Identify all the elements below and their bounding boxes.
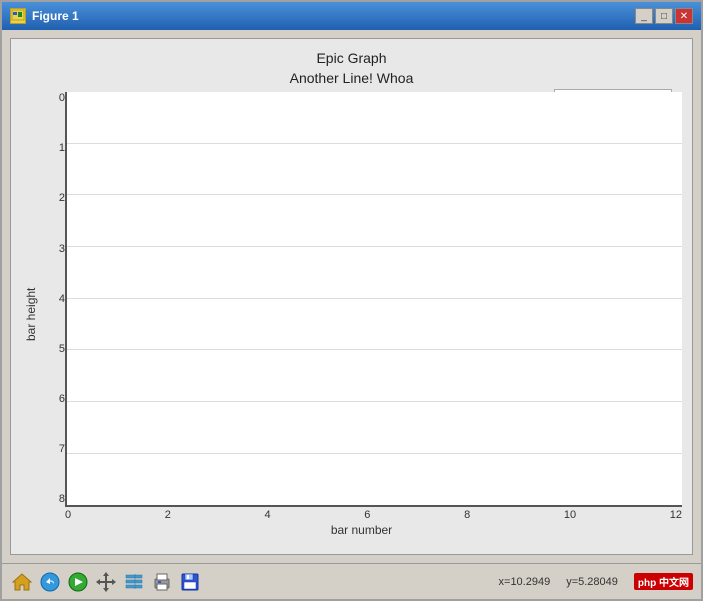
content-area: Epic Graph Another Line! Whoa Example on… (2, 30, 701, 563)
chart-body: bar height 8 7 6 5 4 3 2 1 0 (21, 92, 682, 537)
toolbar-icons (10, 570, 202, 594)
plot-canvas (65, 92, 682, 507)
x-axis-label: bar number (41, 523, 682, 537)
forward-icon[interactable] (66, 570, 90, 594)
y-axis-label: bar height (21, 92, 41, 537)
x-tick-2: 2 (165, 509, 171, 521)
minimize-button[interactable]: _ (635, 8, 653, 24)
chart-title-line2: Another Line! Whoa (21, 69, 682, 89)
chart-title-line1: Epic Graph (21, 49, 682, 69)
main-window: Figure 1 _ □ ✕ Epic Graph Another Line! … (0, 0, 703, 601)
save-icon[interactable] (178, 570, 202, 594)
plot-with-yaxis: 8 7 6 5 4 3 2 1 0 (41, 92, 682, 507)
x-tick-8: 8 (464, 509, 470, 521)
status-y: y=5.28049 (566, 576, 618, 588)
window-controls: _ □ ✕ (635, 8, 693, 24)
window-icon (10, 8, 26, 24)
maximize-button[interactable]: □ (655, 8, 673, 24)
pan-icon[interactable] (94, 570, 118, 594)
php-badge: php 中文网 (634, 573, 693, 590)
title-bar: Figure 1 _ □ ✕ (2, 2, 701, 30)
close-button[interactable]: ✕ (675, 8, 693, 24)
print-icon[interactable] (150, 570, 174, 594)
window-title: Figure 1 (32, 9, 79, 23)
x-tick-4: 4 (265, 509, 271, 521)
back-icon[interactable] (38, 570, 62, 594)
layers-icon[interactable] (122, 570, 146, 594)
y-ticks: 8 7 6 5 4 3 2 1 0 (41, 92, 65, 507)
chart-title: Epic Graph Another Line! Whoa (21, 49, 682, 88)
bars-area (67, 92, 682, 505)
title-bar-left: Figure 1 (10, 8, 79, 24)
chart-container: Epic Graph Another Line! Whoa Example on… (10, 38, 693, 555)
x-tick-0: 0 (65, 509, 71, 521)
status-x: x=10.2949 (499, 576, 551, 588)
x-tick-12: 12 (670, 509, 682, 521)
status-text: x=10.2949 y=5.28049 php 中文网 (499, 573, 693, 590)
home-icon[interactable] (10, 570, 34, 594)
x-ticks: 0 2 4 6 8 10 12 (41, 509, 682, 521)
chart-plot-area: 8 7 6 5 4 3 2 1 0 (41, 92, 682, 537)
x-tick-6: 6 (364, 509, 370, 521)
x-tick-10: 10 (564, 509, 576, 521)
bottom-toolbar: x=10.2949 y=5.28049 php 中文网 (2, 563, 701, 599)
